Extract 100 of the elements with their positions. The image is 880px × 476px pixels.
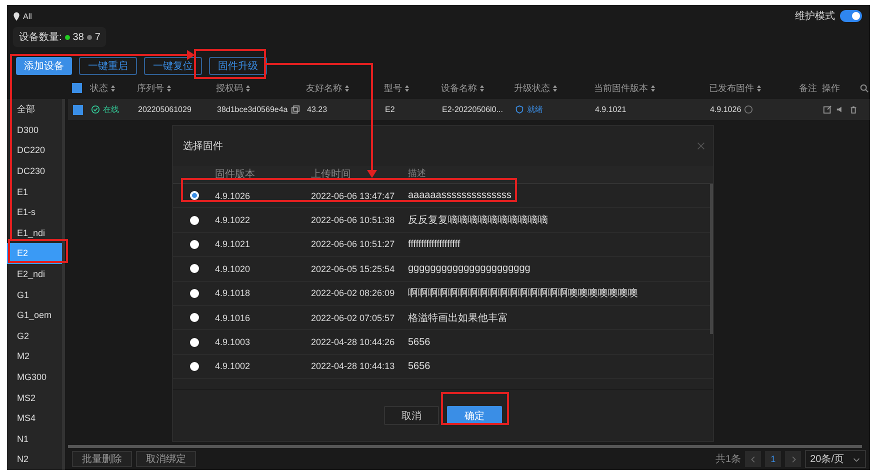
sort-icon[interactable] — [246, 84, 250, 92]
table-cell: 38d1bce3d0569e4a — [217, 105, 288, 114]
radio-button[interactable] — [190, 288, 198, 298]
table-cell-text: 43.23 — [307, 105, 328, 114]
sort-icon[interactable] — [167, 84, 171, 92]
column-header[interactable]: 状态 — [90, 82, 108, 94]
search-icon[interactable] — [860, 84, 869, 92]
table-cell-text: 2022-04-28 10:44:26 — [311, 337, 396, 348]
sidebar-item[interactable]: D300 — [7, 120, 62, 140]
location-pin-icon — [13, 12, 20, 20]
bottom-button[interactable]: 取消绑定 — [136, 451, 196, 467]
sidebar-item[interactable]: E2_ndi — [7, 264, 62, 284]
sidebar-item[interactable]: MS4 — [7, 408, 62, 428]
sidebar-item[interactable]: E1-s — [7, 202, 62, 223]
column-header: 备注 — [799, 82, 818, 94]
sort-icon[interactable] — [651, 84, 655, 92]
table-cell-text: 反反复复嘀嘀嘀嘀嘀嘀嘀嘀嘀嘀 — [408, 214, 549, 228]
status-text: 在线 — [103, 104, 119, 115]
annotation-box — [194, 49, 266, 79]
toolbar-button[interactable]: 一键重启 — [79, 57, 137, 75]
scope-label: All — [23, 12, 32, 20]
radio-button[interactable] — [190, 264, 198, 274]
table-cell-text: 5656 — [408, 336, 432, 348]
sidebar-item[interactable]: G1_oem — [7, 304, 62, 326]
annotation-box — [8, 239, 68, 263]
sort-icon[interactable] — [757, 84, 761, 92]
row-checkbox[interactable] — [73, 104, 83, 114]
radio-button[interactable] — [190, 216, 198, 225]
select-all-checkbox[interactable] — [72, 83, 82, 93]
sort-icon[interactable] — [480, 84, 484, 92]
toolbar-button[interactable]: 固件升级 — [209, 57, 267, 75]
sidebar-item[interactable]: MS2 — [7, 387, 62, 408]
shield-icon — [515, 105, 524, 114]
table-row[interactable]: 在线 202205061029 38d1bce3d0569e4a 43.23 E2 E2-20220506l0... 就绪 4.9.1021 4.9.1026 — [68, 99, 870, 120]
table-cell-text: 2022-06-05 15:25:54 — [311, 264, 396, 274]
sidebar-item[interactable]: G2 — [7, 326, 62, 346]
table-cell-text: 4.9.1021 — [215, 239, 252, 250]
total-count: 共1条 — [716, 452, 742, 466]
sidebar-item[interactable]: G1 — [7, 284, 62, 305]
sidebar-item[interactable]: E1 — [7, 181, 62, 202]
offline-dot-icon — [86, 34, 92, 40]
column-header: 描述 — [408, 167, 427, 180]
table-cell-text: 啊啊啊啊啊啊啊啊啊啊啊啊啊啊啊啊噢噢噢噢噢噢噢 — [408, 287, 639, 300]
firmware-row[interactable]: 4.9.1003 2022-04-28 10:44:26 5656 — [173, 330, 713, 355]
table-cell-text: ffffffffffffffffffff — [408, 238, 462, 250]
sort-icon[interactable] — [111, 84, 115, 92]
table-cell-text: 格溢特画出如果他丰富 — [408, 312, 509, 325]
page-number-button[interactable]: 1 — [765, 451, 782, 467]
horizontal-scrollbar[interactable] — [68, 445, 862, 448]
radio-button[interactable] — [190, 191, 198, 200]
offline-count: 7 — [94, 32, 100, 42]
table-cell-text: E2 — [385, 105, 396, 114]
dialog-button[interactable]: 取消 — [384, 406, 439, 425]
device-count-label: 设备数量: — [19, 31, 62, 44]
page-size-select[interactable]: 20条/页 — [805, 450, 866, 468]
column-header[interactable]: 友好名称 — [306, 82, 342, 94]
table-cell-text: 202205061029 — [138, 105, 192, 114]
table-cell-text: gggggggggggggggggggggg — [408, 263, 532, 274]
table-cell-text: E2-20220506l0... — [442, 105, 504, 114]
table-cell-text: 4.9.1021 — [595, 105, 628, 114]
sidebar-item[interactable]: N1 — [7, 428, 62, 450]
radio-button[interactable] — [190, 313, 198, 322]
radio-button[interactable] — [190, 362, 198, 371]
trash-icon[interactable] — [849, 105, 858, 114]
sidebar-item[interactable]: N2 — [7, 449, 62, 470]
sort-icon[interactable] — [405, 84, 409, 92]
radio-button[interactable] — [190, 240, 198, 249]
annotation-box — [441, 392, 509, 425]
column-header[interactable]: 设备名称 — [441, 82, 477, 94]
maintenance-mode-toggle[interactable] — [840, 10, 862, 22]
radio-button[interactable] — [190, 338, 198, 347]
column-header[interactable]: 当前固件版本 — [594, 82, 648, 94]
sidebar-item[interactable]: DC230 — [7, 160, 62, 182]
edit-icon[interactable] — [823, 105, 832, 114]
maintenance-mode-label: 维护模式 — [795, 10, 835, 23]
column-header[interactable]: 型号 — [384, 82, 402, 94]
sidebar-item[interactable]: DC220 — [7, 140, 62, 161]
copy-icon[interactable] — [290, 105, 300, 114]
sidebar-item[interactable]: E1_ndi — [7, 222, 62, 244]
column-header[interactable]: 序列号 — [137, 82, 164, 94]
check-circle-icon — [91, 105, 100, 114]
column-header[interactable]: 升级状态 — [514, 82, 550, 94]
table-cell-text: aaaaaassssssssssssss — [408, 190, 512, 202]
sort-icon[interactable] — [345, 84, 349, 92]
upgrade-status-text: 就绪 — [527, 104, 543, 115]
column-header[interactable]: 已发布固件 — [709, 82, 754, 94]
table-cell-text: 4.9.1020 — [215, 264, 252, 274]
sidebar-item[interactable]: M2 — [7, 346, 62, 367]
online-dot-icon — [64, 34, 70, 40]
table-cell-text: 2022-06-06 10:51:38 — [311, 215, 396, 226]
sidebar-item[interactable]: MG300 — [7, 366, 62, 388]
toolbar-button[interactable]: 一键复位 — [144, 57, 202, 75]
column-header[interactable]: 授权码 — [216, 82, 243, 94]
dialog-title: 选择固件 — [183, 140, 223, 153]
bottom-button[interactable]: 批量删除 — [72, 451, 132, 467]
sort-icon[interactable] — [553, 84, 557, 92]
online-count: 38 — [72, 32, 84, 42]
firmware-row[interactable]: 4.9.1002 2022-04-28 10:44:13 5656 — [173, 354, 713, 380]
vertical-scrollbar[interactable] — [710, 184, 713, 334]
sidebar-item[interactable]: 全部 — [7, 99, 62, 120]
